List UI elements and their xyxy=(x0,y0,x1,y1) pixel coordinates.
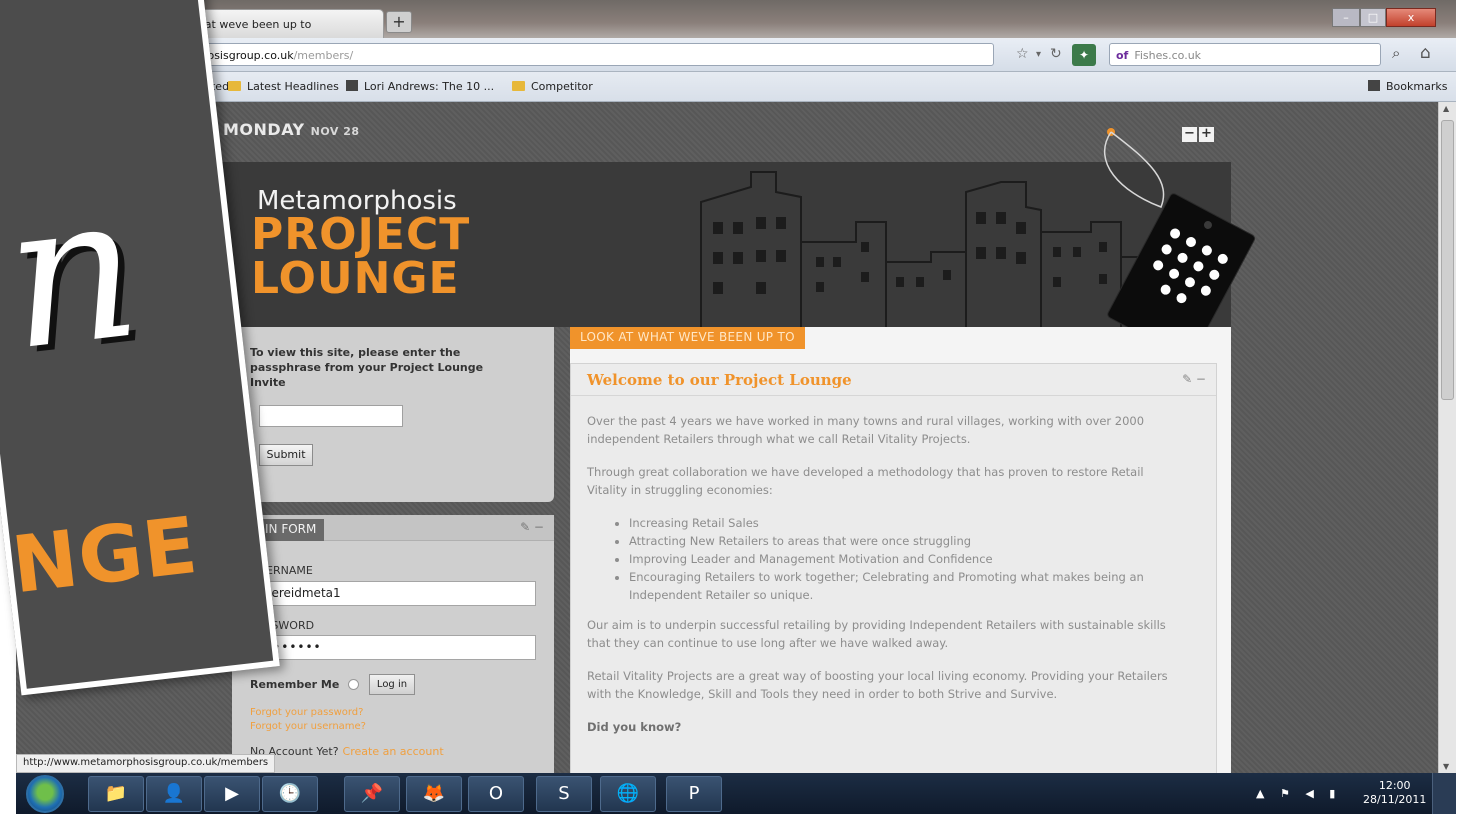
rss-folder-icon xyxy=(228,81,241,91)
close-window-button[interactable]: x xyxy=(1386,8,1436,27)
bookmarks-icon xyxy=(1368,80,1380,91)
forgot-password-link[interactable]: Forgot your password? xyxy=(250,707,363,718)
login-button[interactable]: Log in xyxy=(369,674,415,695)
bookmarks-menu-label: Bookmarks xyxy=(1386,80,1448,93)
page-icon xyxy=(346,80,358,91)
bookmark-latest-headlines[interactable]: Latest Headlines xyxy=(228,80,339,93)
section-tab[interactable]: LOOK AT WHAT WEVE BEEN UP TO xyxy=(570,327,805,349)
scrollbar-thumb[interactable] xyxy=(1441,120,1454,400)
date-day: MONDAY xyxy=(223,120,305,139)
list-item: Encouraging Retailers to work together; … xyxy=(629,568,1187,604)
bookmark-star-icon[interactable]: ☆ xyxy=(1016,46,1029,62)
start-button[interactable] xyxy=(26,775,64,813)
bookmark-label: Competitor xyxy=(531,80,593,93)
city-skyline-illustration xyxy=(700,171,1160,327)
search-placeholder: Fishes.co.uk xyxy=(1134,49,1202,62)
history-dropdown-icon[interactable]: ▾ xyxy=(1036,49,1041,60)
taskbar-clock[interactable]: 12:00 28/11/2011 xyxy=(1363,779,1426,807)
hanging-tag-graphic xyxy=(1104,128,1256,352)
minimize-button[interactable]: – xyxy=(1332,8,1360,27)
bookmarks-toolbar: Getting Started Latest Headlines Lori An… xyxy=(16,72,1456,102)
bookmark-label: Lori Andrews: The 10 ... xyxy=(364,80,495,93)
forgot-username-link[interactable]: Forgot your username? xyxy=(250,721,366,732)
passphrase-panel: To view this site, please enter the pass… xyxy=(232,327,554,502)
main-content: LOOK AT WHAT WEVE BEEN UP TO Welcome to … xyxy=(570,327,1231,773)
article-header: Welcome to our Project Lounge ✎ − xyxy=(571,364,1216,396)
left-column: To view this site, please enter the pass… xyxy=(232,327,554,773)
create-account-link[interactable]: Create an account xyxy=(343,745,444,758)
slide-word: NGE xyxy=(7,500,203,612)
explorer-icon[interactable]: 📁 xyxy=(88,776,144,812)
powerpoint-icon[interactable]: P xyxy=(666,776,722,812)
show-desktop-button[interactable] xyxy=(1432,773,1456,814)
contacts-icon[interactable]: 👤 xyxy=(146,776,202,812)
folder-icon xyxy=(512,81,525,91)
slide-script-lettering: n xyxy=(0,149,150,396)
status-bar: http://www.metamorphosisgroup.co.uk/memb… xyxy=(16,754,276,773)
navigation-bar: metamorphosisgroup.co.uk/members/ ☆ ▾ ↻ … xyxy=(16,38,1456,72)
did-you-know-heading: Did you know? xyxy=(587,720,682,734)
list-item: Increasing Retail Sales xyxy=(629,514,1187,532)
password-field[interactable]: •••••••• xyxy=(250,635,536,660)
addon-icon[interactable]: ✦ xyxy=(1072,44,1096,66)
remember-me-label: Remember Me xyxy=(250,678,340,691)
article-paragraph: Our aim is to underpin successful retail… xyxy=(587,618,1166,650)
search-field[interactable]: of Fishes.co.uk xyxy=(1109,43,1381,66)
list-item: Improving Leader and Management Motivati… xyxy=(629,550,1187,568)
network-app-icon[interactable]: 🌐 xyxy=(600,776,656,812)
taskbar: 📁 👤 ▶ 🕒 📌 🦊 O S 🌐 P ▲ ⚑ ◀ ▮ 12:00 28/11/2… xyxy=(16,773,1456,814)
new-tab-button[interactable]: + xyxy=(386,11,412,33)
clock-date: 28/11/2011 xyxy=(1363,793,1427,806)
search-engine-icon[interactable]: of xyxy=(1116,49,1128,62)
system-tray[interactable]: ▲ ⚑ ◀ ▮ xyxy=(1256,787,1341,800)
bookmarks-menu[interactable]: Bookmarks xyxy=(1368,80,1447,93)
username-field[interactable]: evereidmeta1 xyxy=(250,581,536,606)
article-body: Over the past 4 years we have worked in … xyxy=(587,412,1187,751)
url-path: /members/ xyxy=(293,49,354,62)
benefits-list: Increasing Retail Sales Attracting New R… xyxy=(629,514,1187,604)
maximize-button[interactable]: □ xyxy=(1360,8,1386,27)
pin-app-icon[interactable]: 📌 xyxy=(344,776,400,812)
clock-time: 12:00 xyxy=(1378,779,1411,792)
login-form-panel: LOGIN FORM ✎ − USERNAME evereidmeta1 PAS… xyxy=(232,515,554,773)
site-banner: Metamorphosis PROJECT LOUNGE xyxy=(221,162,1231,327)
outlook-icon[interactable]: O xyxy=(468,776,524,812)
scroll-up-icon[interactable]: ▲ xyxy=(1443,104,1449,113)
no-account-row: No Account Yet? Create an account xyxy=(250,745,444,758)
brand-title-line1: PROJECT xyxy=(251,209,471,260)
scroll-down-icon[interactable]: ▼ xyxy=(1443,762,1449,771)
module-tools-icon[interactable]: ✎ − xyxy=(520,520,544,534)
firefox-icon[interactable]: 🦊 xyxy=(406,776,462,812)
passphrase-input[interactable] xyxy=(259,405,403,427)
bookmark-label: Latest Headlines xyxy=(247,80,339,93)
home-icon[interactable]: ⌂ xyxy=(1420,43,1431,63)
login-form-header: LOGIN FORM ✎ − xyxy=(232,515,554,541)
article-paragraph: Through great collaboration we have deve… xyxy=(587,465,1144,497)
module-tools-icon[interactable]: ✎ − xyxy=(1182,372,1206,386)
date-month: NOV 28 xyxy=(310,125,360,138)
brand-title-line2: LOUNGE xyxy=(251,253,460,304)
article-paragraph: Retail Vitality Projects are a great way… xyxy=(587,669,1168,701)
vertical-scrollbar[interactable]: ▲ ▼ xyxy=(1438,102,1456,773)
page-date: MONDAY NOV 28 xyxy=(223,120,360,139)
passphrase-instructions: To view this site, please enter the pass… xyxy=(250,346,484,389)
search-icon[interactable]: ⌕ xyxy=(1392,44,1400,62)
address-bar[interactable]: metamorphosisgroup.co.uk/members/ xyxy=(134,43,994,66)
list-item: Attracting New Retailers to areas that w… xyxy=(629,532,1187,550)
bookmark-competitor[interactable]: Competitor xyxy=(512,80,593,93)
clock-app-icon[interactable]: 🕒 xyxy=(262,776,318,812)
media-player-icon[interactable]: ▶ xyxy=(204,776,260,812)
screenshot: Look at what weve been up to + – □ x met… xyxy=(0,0,1463,814)
bookmark-lori-andrews[interactable]: Lori Andrews: The 10 ... xyxy=(346,80,494,93)
article-module: Welcome to our Project Lounge ✎ − Over t… xyxy=(570,363,1217,773)
submit-button[interactable]: Submit xyxy=(259,444,313,466)
title-bar: Look at what weve been up to + – □ x xyxy=(16,0,1456,38)
reload-icon[interactable]: ↻ xyxy=(1050,46,1062,62)
skype-icon[interactable]: S xyxy=(536,776,592,812)
article-title: Welcome to our Project Lounge xyxy=(587,371,852,389)
remember-me-checkbox[interactable] xyxy=(348,679,359,690)
article-paragraph: Over the past 4 years we have worked in … xyxy=(587,414,1145,446)
